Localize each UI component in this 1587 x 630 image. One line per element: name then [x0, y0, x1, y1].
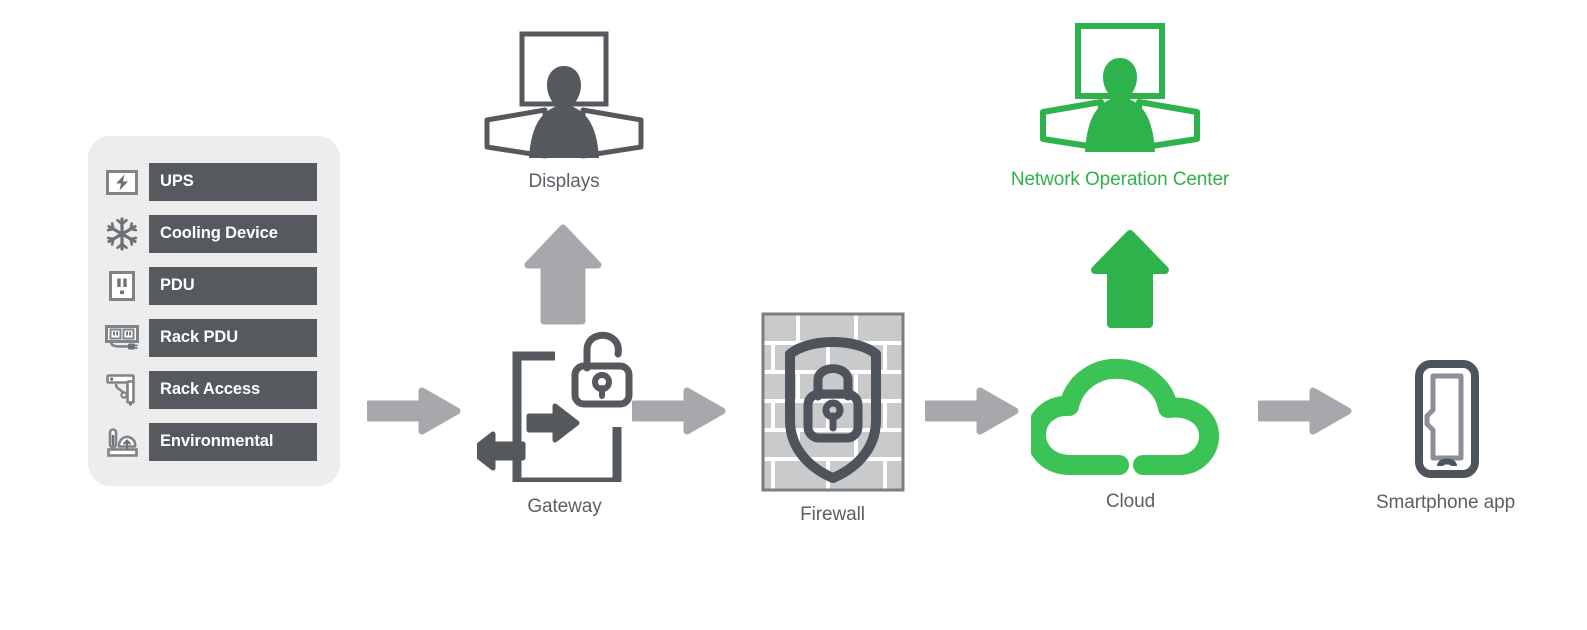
- device-chip-cooling-device: Cooling Device: [149, 214, 317, 253]
- node-label-gateway: Gateway: [527, 496, 602, 517]
- device-row-environmental[interactable]: Environmental: [102, 420, 317, 463]
- noc-graphic: [1000, 20, 1240, 163]
- node-firewall[interactable]: Firewall: [730, 312, 935, 526]
- device-chip-rack-pdu: Rack PDU: [149, 318, 317, 357]
- device-label-rack-access: Rack Access: [160, 380, 261, 398]
- node-cloud[interactable]: Cloud: [1028, 355, 1233, 513]
- device-chip-environmental: Environmental: [149, 422, 317, 461]
- node-label-smartphone-app: Smartphone app: [1375, 492, 1516, 513]
- cooling-device-icon: [102, 214, 142, 254]
- node-smartphone-app[interactable]: Smartphone app: [1338, 358, 1553, 514]
- displays-graphic: [444, 28, 684, 163]
- node-label-firewall: Firewall: [800, 504, 865, 525]
- device-row-rack-access[interactable]: Rack Access: [102, 368, 317, 411]
- smartphone-graphic: [1338, 358, 1553, 486]
- firewall-shield-lock-icon: [761, 312, 904, 492]
- device-list: UPS Cooling Device PDU Rack PDU Rack Acc…: [102, 160, 317, 463]
- node-label-displays: Displays: [528, 171, 600, 192]
- arrow-gateway-to-displays: [516, 222, 611, 332]
- cloud-graphic: [1028, 355, 1233, 485]
- node-network-operation-center[interactable]: Network Operation Center: [1000, 20, 1240, 191]
- operator-displays-icon: [484, 31, 644, 159]
- arrow-cloud-to-noc: [1083, 228, 1178, 335]
- device-label-cooling-device: Cooling Device: [160, 224, 278, 242]
- device-row-ups[interactable]: UPS: [102, 160, 317, 203]
- node-label-cloud: Cloud: [1105, 491, 1156, 512]
- node-label-network-operation-center: Network Operation Center: [1010, 169, 1230, 190]
- rack-pdu-icon: [102, 318, 142, 358]
- smartphone-icon: [1414, 360, 1479, 478]
- device-label-rack-pdu: Rack PDU: [160, 328, 239, 346]
- device-row-pdu[interactable]: PDU: [102, 264, 317, 307]
- device-chip-ups: UPS: [149, 162, 317, 201]
- device-row-rack-pdu[interactable]: Rack PDU: [102, 316, 317, 359]
- pdu-icon: [102, 266, 142, 306]
- node-displays[interactable]: Displays: [444, 28, 684, 193]
- device-label-ups: UPS: [160, 172, 194, 190]
- device-row-cooling-device[interactable]: Cooling Device: [102, 212, 317, 255]
- device-label-pdu: PDU: [160, 276, 195, 294]
- arrow-devices-to-gateway: [365, 385, 462, 442]
- firewall-graphic: [730, 312, 935, 492]
- monitored-devices-panel: UPS Cooling Device PDU Rack PDU Rack Acc…: [88, 136, 340, 486]
- cloud-icon: [1030, 358, 1219, 475]
- ups-icon: [102, 162, 142, 202]
- rack-access-icon: [102, 370, 142, 410]
- device-chip-rack-access: Rack Access: [149, 370, 317, 409]
- device-chip-pdu: PDU: [149, 266, 317, 305]
- gateway-unlocked-icon: [477, 331, 633, 482]
- arrow-firewall-to-cloud: [923, 385, 1020, 442]
- environmental-icon: [102, 422, 142, 462]
- diagram-canvas: UPS Cooling Device PDU Rack PDU Rack Acc…: [0, 0, 1587, 630]
- operator-displays-icon: [1040, 23, 1200, 152]
- device-label-environmental: Environmental: [160, 432, 274, 450]
- arrow-gateway-to-firewall: [630, 385, 727, 442]
